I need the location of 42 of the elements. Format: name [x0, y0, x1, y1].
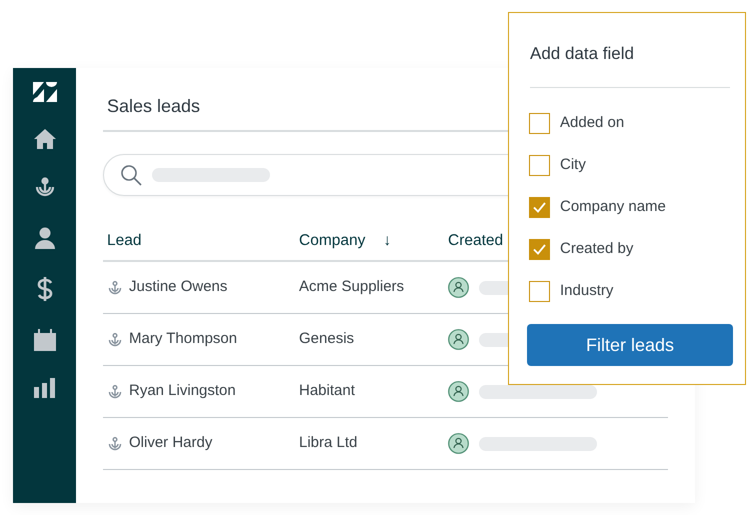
- lead-name[interactable]: Justine Owens: [129, 276, 228, 299]
- lead-name[interactable]: Oliver Hardy: [129, 432, 212, 455]
- dollar-icon[interactable]: [36, 276, 52, 302]
- company-name: Acme Suppliers: [299, 277, 404, 298]
- popup-title: Add data field: [530, 44, 634, 64]
- logo-icon[interactable]: [32, 82, 56, 102]
- avatar-icon: [448, 277, 469, 298]
- checkbox[interactable]: [529, 154, 550, 176]
- filter-button[interactable]: Filter leads: [527, 324, 733, 366]
- checkbox[interactable]: [529, 280, 550, 302]
- anchor-icon: [107, 436, 123, 452]
- bar-chart-icon[interactable]: [34, 378, 56, 398]
- person-icon[interactable]: [34, 227, 54, 249]
- checkbox-label[interactable]: City: [560, 154, 586, 176]
- avatar-icon: [448, 433, 469, 454]
- company-name: Libra Ltd: [299, 433, 358, 454]
- home-icon[interactable]: [34, 129, 56, 149]
- checkbox[interactable]: [529, 112, 550, 134]
- column-header[interactable]: Company: [299, 229, 366, 253]
- avatar-icon: [448, 329, 469, 350]
- page-title: Sales leads: [107, 96, 200, 118]
- anchor-icon: [107, 384, 123, 400]
- anchor-icon: [107, 332, 123, 348]
- checkbox-label[interactable]: Industry: [560, 280, 614, 302]
- calendar-icon[interactable]: [34, 329, 56, 351]
- company-name: Genesis: [299, 329, 354, 350]
- lead-name[interactable]: Mary Thompson: [129, 328, 238, 351]
- lead-name[interactable]: Ryan Livingston: [129, 380, 236, 403]
- column-header[interactable]: Created: [448, 229, 504, 253]
- check-icon: [533, 244, 546, 254]
- company-name: Habitant: [299, 381, 355, 402]
- checkbox-label[interactable]: Company name: [560, 196, 666, 218]
- checkbox-label[interactable]: Added on: [560, 112, 624, 134]
- checkbox-label[interactable]: Created by: [560, 238, 634, 260]
- search-icon: [120, 164, 142, 186]
- checkbox[interactable]: [529, 238, 550, 260]
- avatar-icon: [448, 381, 469, 402]
- anchor-icon: [107, 280, 123, 296]
- sort-indicator[interactable]: ↓: [383, 229, 392, 253]
- column-header[interactable]: Lead: [107, 229, 142, 253]
- check-icon: [533, 202, 546, 212]
- checkbox[interactable]: [529, 196, 550, 218]
